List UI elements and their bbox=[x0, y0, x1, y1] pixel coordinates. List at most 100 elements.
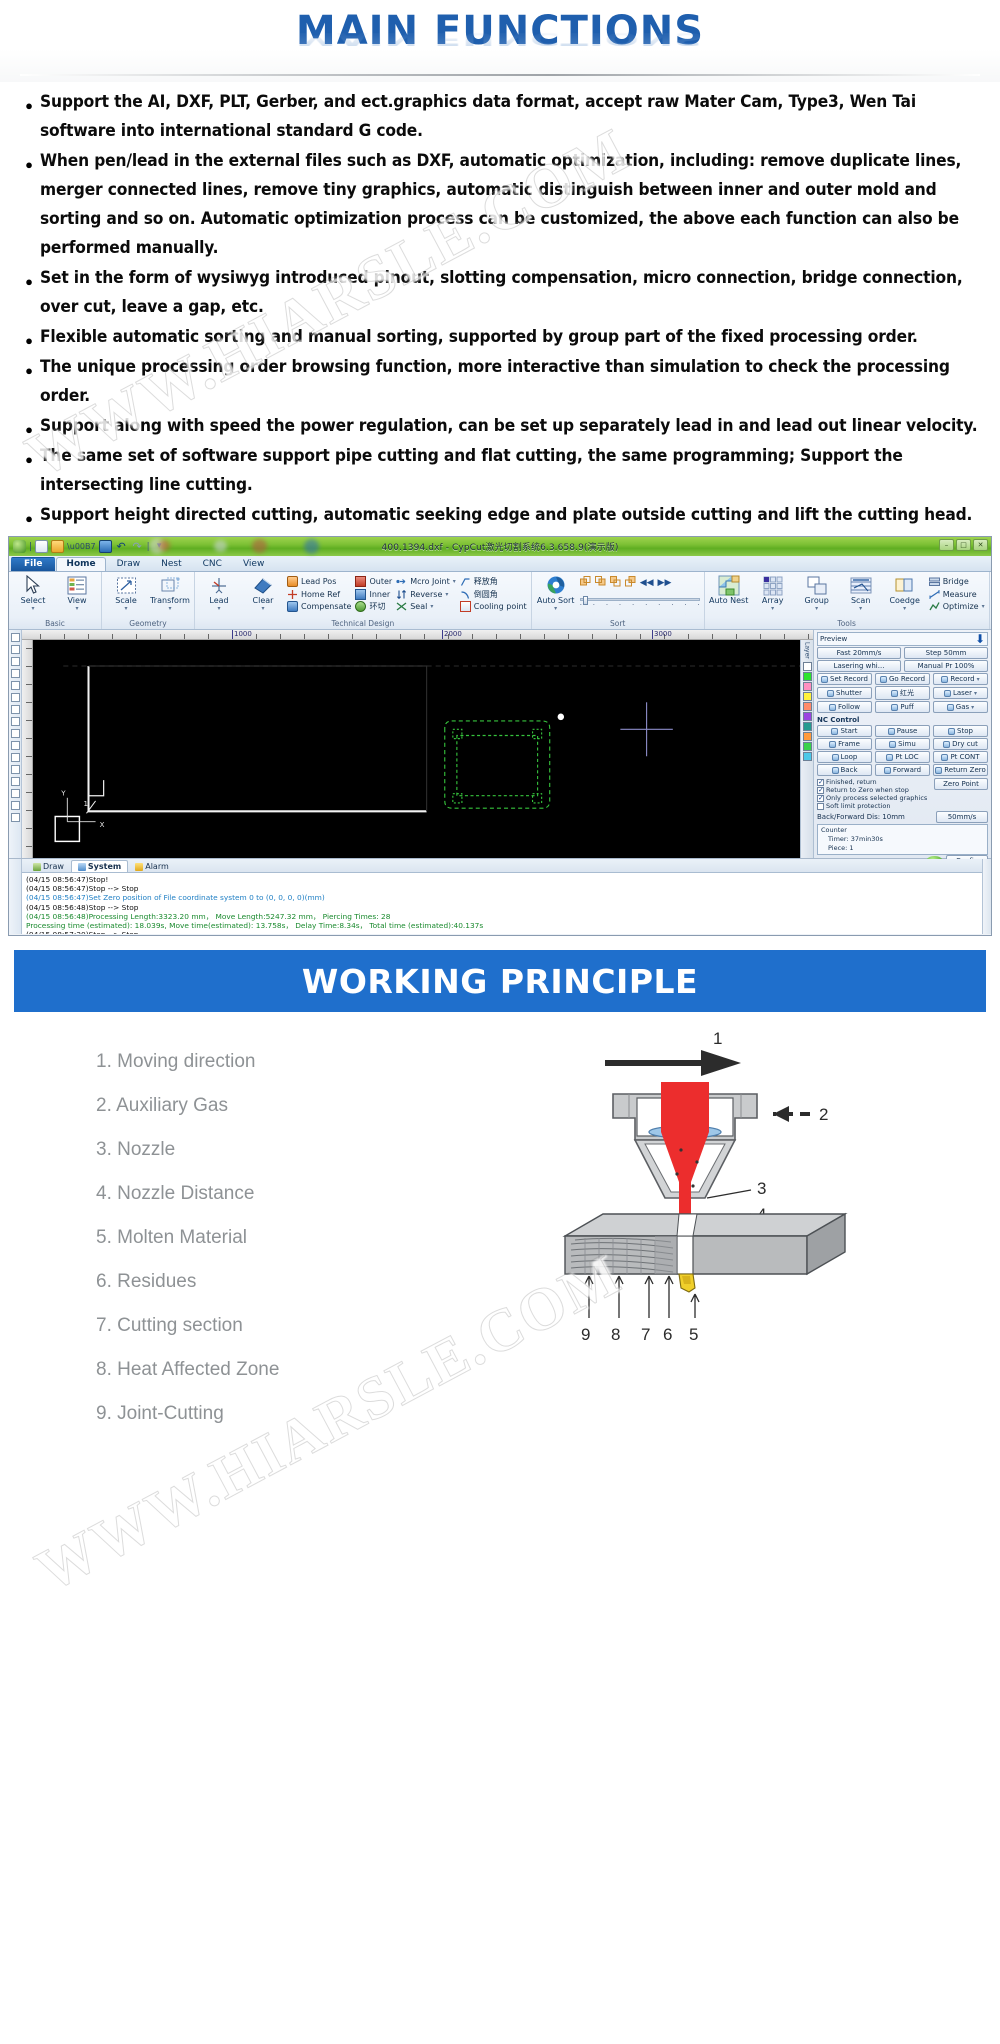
arc-icon[interactable] bbox=[10, 693, 20, 702]
nc-btn-loop[interactable]: Loop bbox=[817, 751, 872, 763]
nc-control-panel[interactable]: Preview ⬇ Fast 20mm/s Step 50mm Lasering… bbox=[813, 630, 991, 877]
rotate-icon[interactable] bbox=[10, 777, 20, 786]
ring-cut-row[interactable]: 环切 bbox=[355, 601, 392, 612]
chevron-down-icon[interactable]: ▾ bbox=[554, 606, 557, 612]
speed-value[interactable]: 50mm/s bbox=[936, 811, 988, 823]
back-forward-row[interactable]: Back/Forward Dis: 10mm 50mm/s bbox=[817, 811, 988, 823]
point-icon[interactable] bbox=[10, 753, 20, 762]
fast-speed-button[interactable]: Fast 20mm/s bbox=[817, 647, 901, 659]
nc-btn-dry-cut[interactable]: Dry cut bbox=[933, 738, 988, 750]
polygon-icon[interactable] bbox=[10, 729, 20, 738]
ribbon-toolbar[interactable]: Select ▾ View ▾ Basic Scale ▾ Transform … bbox=[9, 572, 991, 630]
nc-row-4[interactable]: Back Forward Return Zero bbox=[817, 764, 988, 776]
nc-btn-pause[interactable]: Pause bbox=[875, 725, 930, 737]
slider-handle[interactable] bbox=[582, 596, 588, 605]
compensate-row[interactable]: Compensate bbox=[287, 601, 351, 612]
auto-sort-button[interactable]: Auto Sort ▾ bbox=[536, 574, 576, 612]
outer-row[interactable]: Outer bbox=[355, 576, 392, 587]
nc-btn-pt-loc[interactable]: Pt LOC bbox=[875, 751, 930, 763]
layer-color-swatch[interactable] bbox=[802, 671, 812, 681]
ribbon-group-params[interactable]: Layer Params bbox=[990, 572, 991, 629]
option-checkbox[interactable]: Return to Zero when stop bbox=[817, 786, 931, 794]
trim-icon[interactable] bbox=[10, 801, 20, 810]
io-btn-puff[interactable]: Puff bbox=[875, 701, 930, 713]
technical-design-col-2[interactable]: Outer Inner 环切 bbox=[355, 574, 392, 612]
maximize-button[interactable]: □ bbox=[956, 539, 971, 551]
io-btn-laser[interactable]: Laser ▾ bbox=[933, 687, 988, 699]
technical-design-col-1[interactable]: Lead Pos Home Ref Compensate bbox=[287, 574, 351, 612]
ribbon-group-technical-design[interactable]: Lead ▾ Clear ▾ Lead Pos Home Ref Compens… bbox=[195, 572, 532, 629]
io-row-2[interactable]: Follow Puff Gas ▾ bbox=[817, 701, 988, 713]
manual-power-button[interactable]: Manual Pr 100% bbox=[904, 660, 988, 672]
view-tool-button[interactable]: View ▾ bbox=[57, 574, 97, 612]
zero-point-select[interactable]: Zero Point bbox=[934, 778, 988, 790]
sort-order-icons[interactable]: ◀◀ ▶▶ bbox=[579, 576, 700, 590]
checkbox-icon[interactable] bbox=[817, 786, 824, 794]
clear-tool-button[interactable]: Clear ▾ bbox=[243, 574, 283, 612]
layer-color-swatch[interactable] bbox=[802, 741, 812, 751]
technical-design-col-4[interactable]: 释放角 倒圆角 Cooling point bbox=[459, 574, 527, 612]
chamfer-icon[interactable] bbox=[10, 741, 20, 750]
nc-btn-simu[interactable]: Simu bbox=[875, 738, 930, 750]
checkbox-icon[interactable] bbox=[817, 802, 824, 810]
log-tab-draw[interactable]: Draw bbox=[26, 860, 71, 872]
tab-cnc[interactable]: CNC bbox=[193, 557, 232, 571]
slider-track[interactable] bbox=[579, 596, 700, 605]
lead-pos-row[interactable]: Lead Pos bbox=[287, 576, 351, 587]
line-icon[interactable] bbox=[10, 645, 20, 654]
chevron-down-icon[interactable]: ▾ bbox=[982, 603, 985, 610]
chevron-down-icon[interactable]: ▾ bbox=[453, 578, 456, 585]
layer-color-swatch[interactable] bbox=[802, 731, 812, 741]
io-btn-follow[interactable]: Follow bbox=[817, 701, 872, 713]
offset-icon[interactable] bbox=[10, 789, 20, 798]
group-button[interactable]: Group ▾ bbox=[797, 574, 837, 612]
layer-color-palette[interactable]: Layer bbox=[800, 640, 813, 858]
tab-file[interactable]: File bbox=[11, 557, 56, 571]
rect-icon[interactable] bbox=[10, 669, 20, 678]
log-tabs[interactable]: Draw System Alarm bbox=[22, 859, 982, 873]
chevron-down-icon[interactable]: ▾ bbox=[903, 606, 906, 612]
chevron-down-icon[interactable]: ▾ bbox=[971, 704, 974, 711]
nc-btn-pt-cont[interactable]: Pt CONT bbox=[933, 751, 988, 763]
select-tool-button[interactable]: Select ▾ bbox=[13, 574, 53, 612]
layer-color-swatch[interactable] bbox=[802, 701, 812, 711]
chevron-down-icon[interactable]: ▾ bbox=[430, 603, 433, 610]
tab-view[interactable]: View bbox=[233, 557, 274, 571]
drawing-canvas[interactable]: 1 Y X bbox=[33, 640, 800, 858]
option-checkbox[interactable]: Soft limit protection bbox=[817, 802, 931, 810]
measure-row[interactable]: Measure bbox=[929, 589, 985, 600]
nc-row-3[interactable]: Loop Pt LOC Pt CONT bbox=[817, 751, 988, 763]
io-btn-shutter[interactable]: Shutter bbox=[817, 687, 872, 699]
fastforward-icon[interactable]: ▶▶ bbox=[658, 578, 672, 588]
log-tab-system[interactable]: System bbox=[70, 860, 129, 872]
step-button[interactable]: Step 50mm bbox=[904, 647, 988, 659]
nc-btn-start[interactable]: Start bbox=[817, 725, 872, 737]
mirror-icon[interactable] bbox=[10, 765, 20, 774]
chevron-down-icon[interactable]: ▾ bbox=[31, 606, 34, 612]
chevron-down-icon[interactable]: ▾ bbox=[974, 690, 977, 697]
option-checkbox[interactable]: Finished, return bbox=[817, 778, 931, 786]
tab-nest[interactable]: Nest bbox=[151, 557, 192, 571]
log-tab-alarm[interactable]: Alarm bbox=[128, 860, 176, 872]
ribbon-group-tools[interactable]: Auto Nest Array ▾ Group ▾ Scan ▾ Coedge … bbox=[705, 572, 990, 629]
sort-forward-icon[interactable] bbox=[579, 576, 591, 590]
seal-row[interactable]: Seal ▾ bbox=[396, 601, 456, 612]
io-btn-gas[interactable]: Gas ▾ bbox=[933, 701, 988, 713]
tools-small-col[interactable]: Bridge Measure Optimize ▾ bbox=[928, 574, 985, 612]
technical-design-col-3[interactable]: Mcro Joint ▾ Reverse ▾ Seal ▾ bbox=[396, 574, 456, 612]
layer-color-swatch[interactable] bbox=[802, 661, 812, 671]
cursor-icon[interactable] bbox=[10, 633, 20, 642]
chevron-down-icon[interactable]: ▾ bbox=[771, 606, 774, 612]
nc-btn-forward[interactable]: Forward bbox=[875, 764, 930, 776]
layer-color-swatch[interactable] bbox=[802, 691, 812, 701]
auto-nest-button[interactable]: Auto Nest bbox=[709, 574, 749, 605]
layer-color-swatch[interactable] bbox=[802, 681, 812, 691]
transform-tool-button[interactable]: Transform ▾ bbox=[150, 574, 190, 612]
fast-speed-row[interactable]: Fast 20mm/s Step 50mm bbox=[817, 647, 988, 659]
sort-front-icon[interactable] bbox=[609, 576, 621, 590]
record-btn-record[interactable]: Record ▾ bbox=[933, 673, 988, 685]
nc-row-2[interactable]: Frame Simu Dry cut bbox=[817, 738, 988, 750]
io-btn--[interactable]: 红光 bbox=[875, 686, 930, 700]
io-row-1[interactable]: Shutter 红光 Laser ▾ bbox=[817, 686, 988, 700]
chevron-down-icon[interactable]: ▾ bbox=[859, 606, 862, 612]
